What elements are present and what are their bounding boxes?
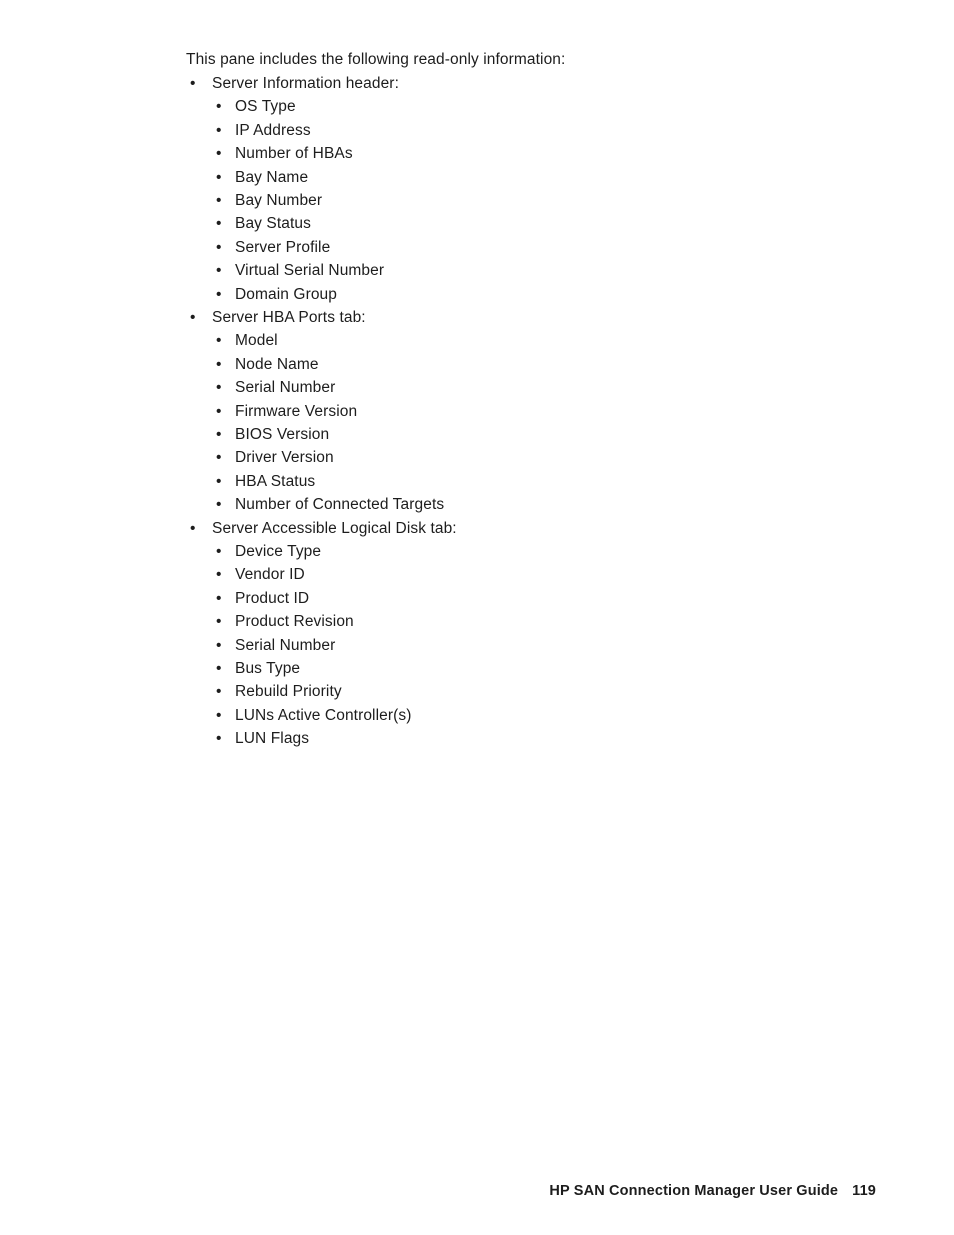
bullet-icon: • <box>216 472 222 490</box>
list-item: • Rebuild Priority <box>186 680 886 703</box>
bullet-icon: • <box>216 355 222 373</box>
footer-inner: HP SAN Connection Manager User Guide 119 <box>549 1179 876 1203</box>
list-item: • Number of HBAs <box>186 142 886 165</box>
bullet-icon: • <box>216 402 222 420</box>
list-item-label: Vendor ID <box>235 566 305 584</box>
list-item: • Serial Number <box>186 634 886 657</box>
list-item: • Virtual Serial Number <box>186 259 886 282</box>
footer-guide-title: HP SAN Connection Manager User Guide <box>549 1183 839 1199</box>
bullet-icon: • <box>216 332 222 350</box>
intro-paragraph: This pane includes the following read-on… <box>186 51 566 68</box>
bullet-icon: • <box>216 613 222 631</box>
list-item: • Model <box>186 329 886 352</box>
list-item-label: Bus Type <box>235 660 301 678</box>
list-item: • Bay Status <box>186 212 886 235</box>
bullet-icon: • <box>216 636 222 654</box>
bullet-icon: • <box>216 168 222 186</box>
bullet-icon: • <box>216 543 222 561</box>
outline-sublist: • OS Type • IP Address • Number of HBAs • Bay N… <box>186 95 886 306</box>
list-item: • Bus Type <box>186 657 886 680</box>
list-item-label: Product Revision <box>235 613 354 631</box>
list-item-label: OS Type <box>235 98 296 116</box>
outline-section: • Server HBA Ports tab: <box>186 306 886 329</box>
list-item: • OS Type <box>186 95 886 118</box>
list-item: • HBA Status <box>186 470 886 493</box>
list-item-label: Bay Name <box>235 168 309 186</box>
bullet-icon: • <box>216 145 222 163</box>
list-item: • BIOS Version <box>186 423 886 446</box>
outline-list: • Server Information header: • OS Type • IP A… <box>186 72 886 751</box>
list-item: • Product ID <box>186 587 886 610</box>
list-item: • Device Type <box>186 540 886 563</box>
list-item: • Product Revision <box>186 610 886 633</box>
bullet-icon: • <box>216 426 222 443</box>
page-footer: HP SAN Connection Manager User Guide 119 <box>0 1179 954 1203</box>
list-item-label: IP Address <box>235 121 311 139</box>
outline-section-label: Server Information header: <box>212 74 399 92</box>
list-item-label: Device Type <box>235 543 322 561</box>
outline-section-label: Server HBA Ports tab: <box>212 308 366 326</box>
list-item-label: BIOS Version <box>235 426 330 443</box>
bullet-icon: • <box>216 121 222 139</box>
bullet-icon: • <box>216 98 222 116</box>
bullet-icon: • <box>216 496 222 514</box>
bullet-icon: • <box>216 660 222 678</box>
list-item: • LUNs Active Controller(s) <box>186 704 886 727</box>
document-page: This pane includes the following read-on… <box>0 0 954 1235</box>
bullet-icon: • <box>190 74 196 92</box>
list-item-label: Model <box>235 332 278 350</box>
bullet-icon: • <box>216 566 222 584</box>
list-item-label: Domain Group <box>235 285 337 303</box>
list-item: • Bay Name <box>186 166 886 189</box>
bullet-icon: • <box>216 238 222 256</box>
footer-page-number: 119 <box>852 1183 876 1199</box>
bullet-icon: • <box>216 215 222 233</box>
bullet-icon: • <box>216 730 222 748</box>
bullet-icon: • <box>216 706 222 724</box>
list-item-label: Server Profile <box>235 238 331 256</box>
list-item-label: LUN Flags <box>235 730 310 748</box>
outline-sublist: • Device Type • Vendor ID • Product ID • Produc… <box>186 540 886 751</box>
list-item-label: LUNs Active Controller(s) <box>235 706 412 724</box>
list-item: • LUN Flags <box>186 727 886 750</box>
list-item-label: Bay Status <box>235 215 311 233</box>
page-content: This pane includes the following read-on… <box>186 48 886 751</box>
outline-sublist: • Model • Node Name • Serial Number • Firmware … <box>186 329 886 516</box>
list-item-label: Driver Version <box>235 449 334 467</box>
bullet-icon: • <box>216 589 222 607</box>
list-item-label: Serial Number <box>235 379 336 397</box>
list-item: • IP Address <box>186 119 886 142</box>
list-item: • Number of Connected Targets <box>186 493 886 516</box>
list-item-label: Firmware Version <box>235 402 358 420</box>
bullet-icon: • <box>216 262 222 280</box>
list-item: • Bay Number <box>186 189 886 212</box>
outline-section: • Server Accessible Logical Disk tab: <box>186 517 886 540</box>
list-item: • Node Name <box>186 353 886 376</box>
list-item-label: Number of HBAs <box>235 145 353 163</box>
list-item-label: Number of Connected Targets <box>235 496 445 514</box>
list-item-label: Rebuild Priority <box>235 683 342 701</box>
bullet-icon: • <box>190 308 196 326</box>
list-item-label: Product ID <box>235 589 310 607</box>
list-item: • Server Profile <box>186 236 886 259</box>
list-item-label: Serial Number <box>235 636 336 654</box>
list-item-label: Virtual Serial Number <box>235 262 385 280</box>
list-item: • Vendor ID <box>186 563 886 586</box>
bullet-icon: • <box>216 191 222 209</box>
list-item-label: HBA Status <box>235 472 316 490</box>
bullet-icon: • <box>190 519 196 537</box>
list-item: • Serial Number <box>186 376 886 399</box>
list-item: • Domain Group <box>186 283 886 306</box>
outline-section: • Server Information header: <box>186 72 886 95</box>
bullet-icon: • <box>216 449 222 467</box>
list-item-label: Node Name <box>235 355 319 373</box>
list-item-label: Bay Number <box>235 191 323 209</box>
list-item: • Driver Version <box>186 446 886 469</box>
bullet-icon: • <box>216 379 222 397</box>
bullet-icon: • <box>216 683 222 701</box>
outline-section-label: Server Accessible Logical Disk tab: <box>212 519 457 537</box>
list-item: • Firmware Version <box>186 400 886 423</box>
bullet-icon: • <box>216 285 222 303</box>
